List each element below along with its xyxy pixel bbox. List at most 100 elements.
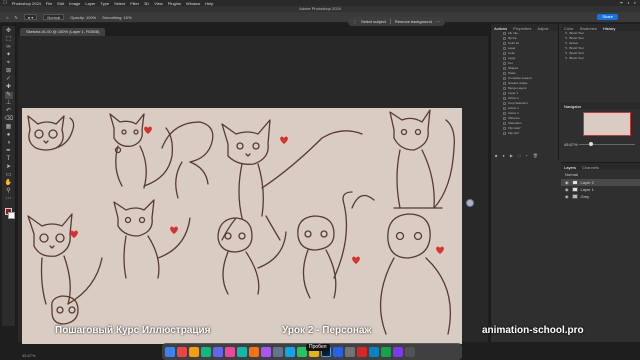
frame-tool-icon[interactable]: ⊠ [5, 68, 13, 75]
dock-app-safari[interactable] [189, 346, 199, 357]
record-icon[interactable]: ● [502, 153, 504, 158]
more-options-icon[interactable]: ⋯ [436, 19, 440, 24]
eye-icon[interactable]: ◉ [565, 179, 569, 186]
action-toggle-checkbox[interactable] [503, 82, 506, 85]
opacity-control[interactable]: Opacity: 100% [70, 15, 96, 20]
menu-item-help[interactable]: Help [205, 1, 213, 6]
brush-preset-picker[interactable]: ● ▾ [23, 14, 38, 20]
tab-color[interactable]: Color [564, 26, 574, 31]
eye-icon[interactable]: ◉ [565, 186, 569, 193]
navigator-zoom-value[interactable]: 45.67% [564, 142, 578, 147]
drag-handle-icon[interactable]: ⋮ [353, 19, 357, 24]
menu-app-name[interactable]: Photoshop 2024 [12, 1, 41, 6]
zoom-tool-icon[interactable]: ⚲ [5, 188, 13, 195]
action-toggle-checkbox[interactable] [503, 132, 506, 135]
dock-app-messages[interactable] [201, 346, 211, 357]
eyedropper-tool-icon[interactable]: ✓ [5, 76, 13, 83]
background-color-swatch[interactable] [7, 212, 15, 219]
dodge-tool-icon[interactable]: ◑ [5, 140, 13, 147]
action-toggle-checkbox[interactable] [503, 97, 506, 100]
action-toggle-checkbox[interactable] [503, 77, 506, 80]
move-tool-icon[interactable]: ✥ [5, 28, 13, 35]
menu-item-select[interactable]: Select [114, 1, 125, 6]
action-toggle-checkbox[interactable] [503, 47, 506, 50]
menu-item-3d[interactable]: 3D [144, 1, 149, 6]
menu-item-plugins[interactable]: Plugins [168, 1, 181, 6]
dock-app-reminders[interactable] [273, 346, 283, 357]
gradient-tool-icon[interactable]: ▦ [5, 124, 13, 131]
menu-item-window[interactable]: Window [186, 1, 200, 6]
dock-app-maps[interactable] [285, 346, 295, 357]
menu-item-file[interactable]: File [46, 1, 52, 6]
type-tool-icon[interactable]: T [5, 156, 13, 163]
eye-icon[interactable]: ◉ [565, 193, 569, 200]
action-toggle-checkbox[interactable] [503, 62, 506, 65]
tab-history[interactable]: History [603, 26, 615, 31]
dock-app-calendar[interactable] [249, 346, 259, 357]
pen-tool-icon[interactable]: ✒ [5, 148, 13, 155]
action-toggle-checkbox[interactable] [503, 32, 506, 35]
action-toggle-checkbox[interactable] [503, 92, 506, 95]
action-toggle-checkbox[interactable] [503, 37, 506, 40]
history-state[interactable]: ✎ Brush Tool [561, 56, 640, 61]
menu-item-edit[interactable]: Edit [57, 1, 64, 6]
action-toggle-checkbox[interactable] [503, 107, 506, 110]
tab-adjust[interactable]: Adjust [537, 26, 548, 31]
sketch-canvas[interactable] [22, 108, 462, 344]
layer-row[interactable]: ◉ Grey [561, 193, 640, 200]
smoothing-control[interactable]: Smoothing: 10% [102, 15, 131, 20]
tab-actions[interactable]: Actions [494, 26, 507, 31]
dock-app-telegram[interactable] [369, 346, 379, 357]
tab-properties[interactable]: Properties [513, 26, 531, 31]
action-toggle-checkbox[interactable] [503, 87, 506, 90]
brush-tool-icon[interactable]: ✎ [14, 15, 17, 20]
action-toggle-checkbox[interactable] [503, 52, 506, 55]
dock-app-mail[interactable] [213, 346, 223, 357]
action-toggle-checkbox[interactable] [503, 127, 506, 130]
eraser-tool-icon[interactable]: ⌫ [5, 116, 13, 123]
select-subject-button[interactable]: Select subject [361, 19, 386, 24]
tab-channels[interactable]: Channels [582, 165, 599, 170]
stamp-tool-icon[interactable]: ⊥ [5, 100, 13, 107]
path-select-tool-icon[interactable]: ➤ [5, 164, 13, 171]
delete-action-icon[interactable]: 🗑 [533, 153, 538, 158]
action-toggle-checkbox[interactable] [503, 112, 506, 115]
dock-app-trash[interactable] [405, 346, 415, 357]
action-toggle-checkbox[interactable] [503, 67, 506, 70]
layer-row[interactable]: ◉ Layer 2 [561, 179, 640, 186]
crop-tool-icon[interactable]: ⌖ [5, 60, 13, 67]
shape-tool-icon[interactable]: ▭ [5, 172, 13, 179]
more-tools-icon[interactable]: ⋯ [5, 196, 13, 203]
dock-app-finder[interactable] [165, 346, 175, 357]
tab-swatches[interactable]: Swatches [580, 26, 597, 31]
dock-app-photos[interactable] [225, 346, 235, 357]
menu-item-type[interactable]: Type [100, 1, 109, 6]
menu-item-filter[interactable]: Filter [130, 1, 139, 6]
blur-tool-icon[interactable]: ● [5, 132, 13, 139]
tab-navigator[interactable]: Navigator [564, 104, 581, 109]
canvas-handle-point[interactable] [466, 199, 474, 207]
hand-tool-icon[interactable]: ✋ [5, 180, 13, 187]
action-toggle-checkbox[interactable] [503, 117, 506, 120]
tab-layers[interactable]: Layers [564, 165, 576, 170]
new-set-icon[interactable]: □ [518, 153, 520, 158]
layer-blend-mode[interactable]: Normal [561, 170, 640, 179]
menu-item-view[interactable]: View [154, 1, 163, 6]
dock-app-appstore[interactable] [333, 346, 343, 357]
stop-icon[interactable]: ■ [495, 153, 497, 158]
navigator-zoom-slider[interactable] [579, 142, 635, 146]
dock-app-youtube[interactable] [357, 346, 367, 357]
action-toggle-checkbox[interactable] [503, 122, 506, 125]
home-icon[interactable]: ⌂ [6, 15, 8, 20]
menu-item-image[interactable]: Image [69, 1, 80, 6]
lasso-tool-icon[interactable]: ∞ [5, 44, 13, 51]
share-button[interactable]: Share [597, 14, 618, 20]
new-action-icon[interactable]: + [525, 153, 527, 158]
healing-tool-icon[interactable]: ✚ [5, 84, 13, 91]
quick-select-tool-icon[interactable]: ✦ [5, 52, 13, 59]
dock-app-settings[interactable] [345, 346, 355, 357]
brush-tool-icon-active[interactable]: ✎ [4, 92, 13, 99]
dock-app-notes[interactable] [261, 346, 271, 357]
action-toggle-checkbox[interactable] [503, 102, 506, 105]
action-row[interactable]: Flip Vert [491, 131, 558, 136]
